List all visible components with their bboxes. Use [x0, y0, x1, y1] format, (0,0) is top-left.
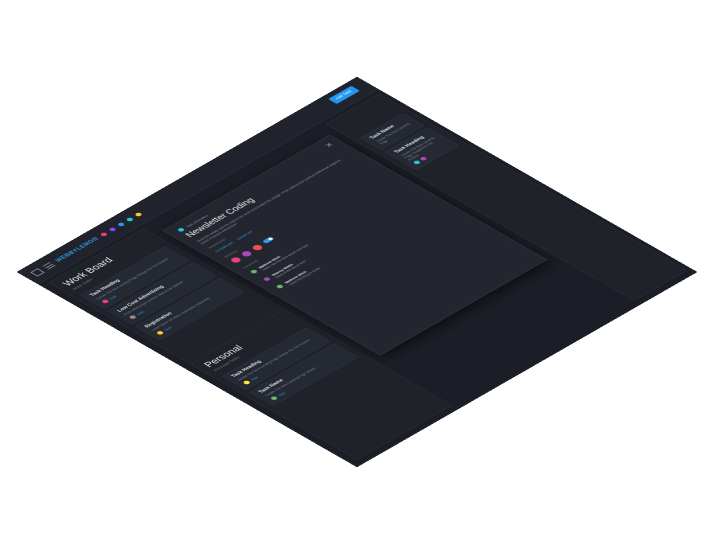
color-dot[interactable] — [99, 231, 109, 237]
avatar[interactable] — [240, 250, 254, 258]
app-stage: WEBBYLEMON Add Task Work Board Work Task… — [0, 0, 714, 544]
card-link[interactable]: Task — [135, 310, 145, 315]
task-card[interactable]: Task Heading Create The New Landing Page… — [384, 127, 460, 171]
avatar — [412, 159, 422, 165]
members-toggle[interactable] — [261, 236, 275, 244]
card-link[interactable]: Task — [163, 326, 173, 331]
board-plane: WEBBYLEMON Add Task Work Board Work Task… — [18, 77, 696, 467]
avatar[interactable] — [229, 256, 243, 264]
avatar — [249, 269, 259, 275]
color-dot[interactable] — [125, 216, 135, 222]
avatar — [100, 298, 110, 304]
color-dot[interactable] — [108, 226, 118, 232]
color-dot[interactable] — [117, 221, 126, 227]
color-dot[interactable] — [134, 211, 144, 217]
add-task-button[interactable]: Add Task — [327, 85, 360, 105]
avatar — [419, 156, 428, 162]
grid-icon[interactable] — [30, 268, 45, 277]
card-link[interactable]: Task — [108, 294, 118, 299]
avatar — [275, 283, 285, 289]
avatar — [262, 276, 272, 282]
menu-icon[interactable] — [42, 262, 56, 270]
avatar — [128, 314, 138, 320]
avatar — [155, 330, 165, 336]
avatar[interactable] — [250, 243, 264, 252]
